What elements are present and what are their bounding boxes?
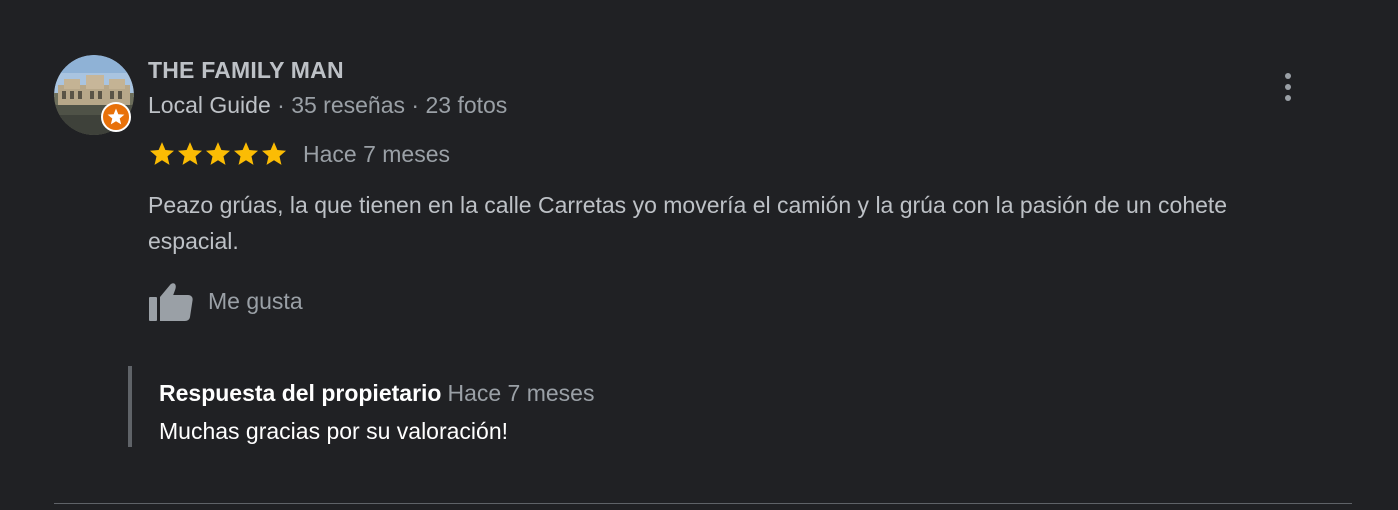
review-text: Peazo grúas, la que tienen en la calle C… bbox=[148, 192, 1228, 254]
star-icon bbox=[177, 142, 203, 165]
star-icon bbox=[205, 142, 231, 165]
review-card: THE FAMILY MAN Local Guide · 35 reseñas … bbox=[0, 0, 1398, 510]
owner-reply: Respuesta del propietario Hace 7 meses Mu… bbox=[128, 366, 1232, 447]
rating-row: Hace 7 meses bbox=[148, 140, 450, 168]
like-button[interactable]: Me gusta bbox=[148, 280, 303, 322]
owner-reply-text: Muchas gracias por su valoración! bbox=[159, 418, 508, 444]
star-icon bbox=[261, 142, 287, 165]
owner-reply-header: Respuesta del propietario Hace 7 meses bbox=[159, 380, 594, 407]
star-rating bbox=[148, 140, 288, 168]
like-label: Me gusta bbox=[208, 287, 303, 314]
owner-reply-date: Hace 7 meses bbox=[447, 380, 595, 406]
divider bbox=[54, 503, 1352, 504]
author-name[interactable]: THE FAMILY MAN bbox=[148, 57, 344, 84]
reviews-count: 35 reseñas bbox=[291, 92, 406, 118]
review-date: Hace 7 meses bbox=[303, 140, 451, 167]
more-vert-icon bbox=[1285, 73, 1291, 101]
local-guide-badge-icon bbox=[101, 102, 131, 132]
star-icon bbox=[149, 142, 175, 165]
thumbs-up-icon bbox=[149, 283, 193, 321]
photos-count: 23 fotos bbox=[425, 92, 508, 118]
more-options-button[interactable] bbox=[1272, 70, 1304, 104]
star-icon bbox=[233, 142, 259, 165]
local-guide-label: Local Guide bbox=[148, 92, 271, 118]
meta-separator: · bbox=[405, 92, 426, 118]
meta-separator: · bbox=[270, 92, 292, 118]
owner-reply-title: Respuesta del propietario bbox=[159, 380, 442, 406]
author-avatar[interactable] bbox=[54, 55, 134, 135]
author-meta: Local Guide · 35 reseñas · 23 fotos bbox=[148, 92, 507, 119]
